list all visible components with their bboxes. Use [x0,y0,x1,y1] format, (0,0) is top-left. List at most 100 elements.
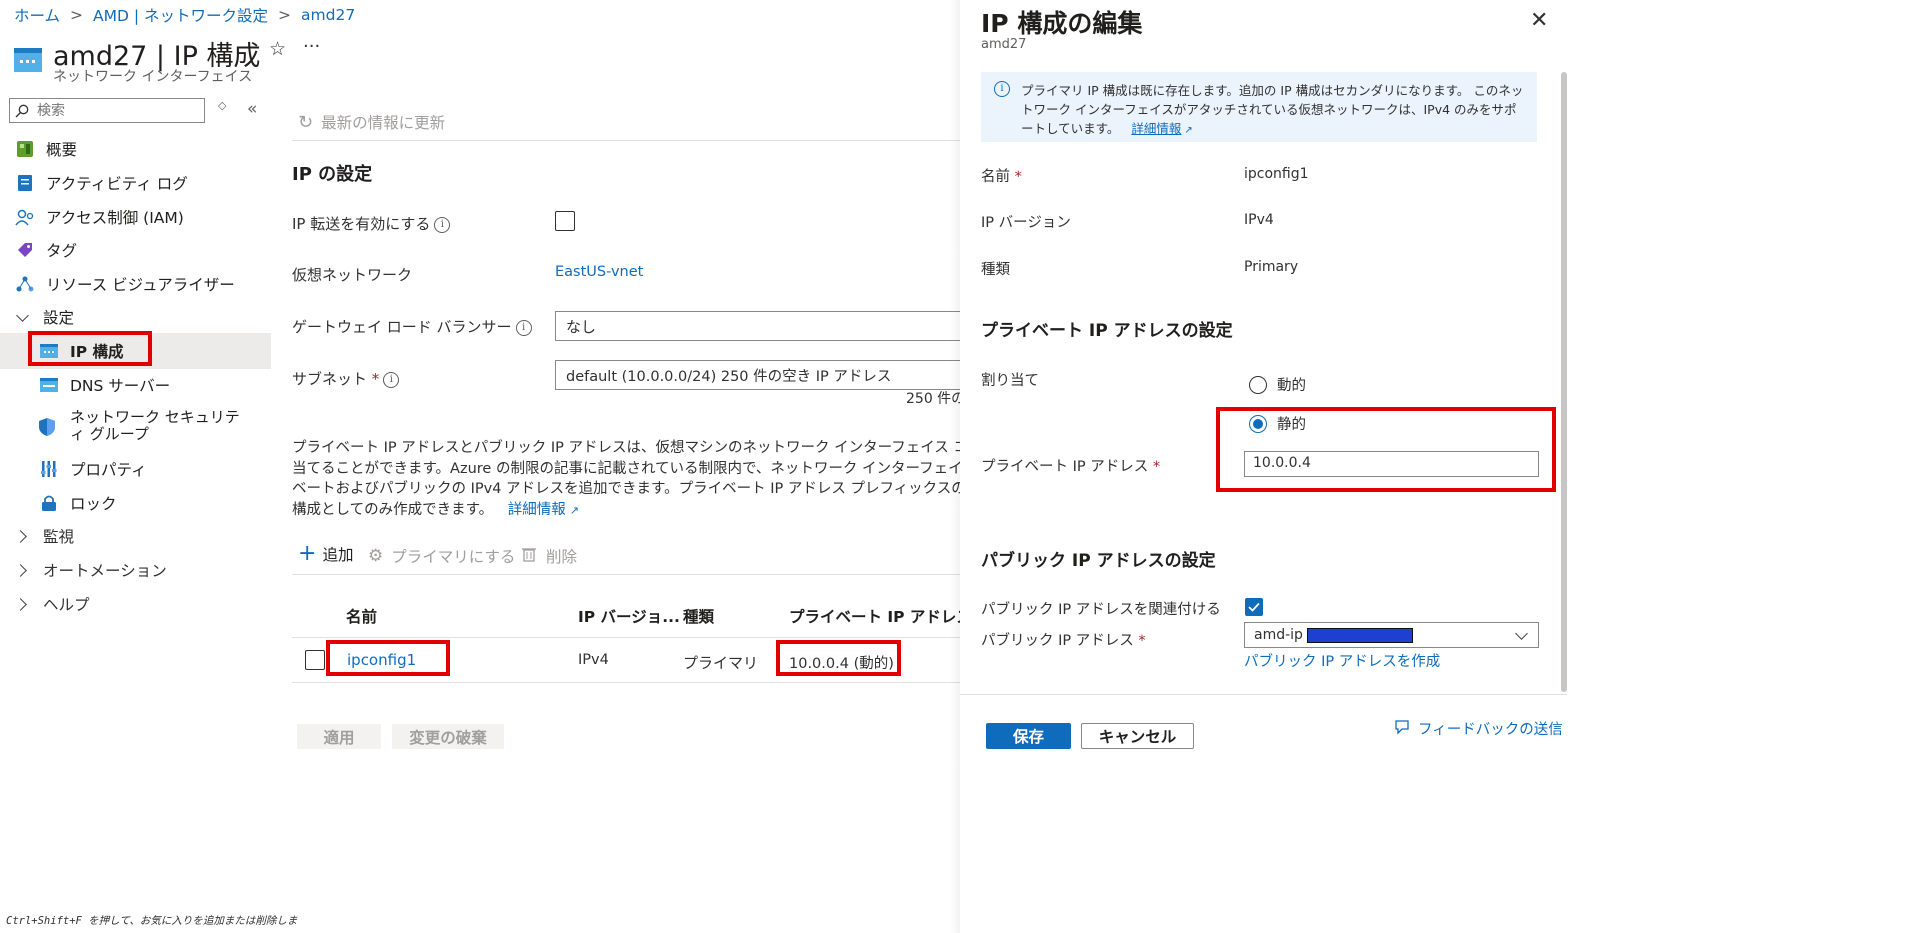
feedback-label: フィードバックの送信 [1418,722,1563,738]
sidebar-item-resource-visualizer[interactable]: リソース ビジュアライザー [14,267,235,301]
vnet-label: 仮想ネットワーク [292,266,413,284]
sidebar-item-overview[interactable]: 概要 [14,132,77,166]
feedback-link[interactable]: フィードバックの送信 [1394,718,1563,739]
chevron-right-icon [14,597,27,611]
create-public-ip-link[interactable]: パブリック IP アドレスを作成 [1244,650,1440,671]
info-icon[interactable]: i [434,216,451,233]
sidebar-item-activity-log[interactable]: アクティビティ ログ [14,166,188,200]
info-icon[interactable]: i [515,319,532,336]
column-header-type[interactable]: 種類 [683,605,714,627]
sidebar-item-label: リソース ビジュアライザー [46,276,235,294]
apply-button[interactable]: 適用 [297,724,381,749]
sidebar-item-nsg[interactable]: ネットワーク セキュリティ グループ [38,409,240,443]
add-label: 追加 [322,546,354,564]
close-icon[interactable]: ✕ [1530,8,1548,33]
sidebar-item-locks[interactable]: ロック [38,486,117,520]
info-learn-more-link[interactable]: 詳細情報 [1131,121,1181,136]
iam-icon [14,206,36,228]
search-icon [15,104,29,118]
subnet-dropdown[interactable]: default (10.0.0.0/24) 250 件の空き IP アドレス [555,360,975,390]
cancel-button[interactable]: キャンセル [1081,723,1194,749]
public-ip-dropdown[interactable]: amd-ip [1244,622,1539,648]
column-header-private-ip[interactable]: プライベート IP アドレス [789,605,972,627]
sidebar-item-iam[interactable]: アクセス制御 (IAM) [14,200,184,234]
public-ip-settings-heading: パブリック IP アドレスの設定 [981,551,1216,571]
properties-icon [38,458,60,480]
gwlb-dropdown[interactable]: なし [555,311,975,341]
chevron-right-icon [14,529,27,543]
panel-title: IP 構成の編集 [981,9,1143,38]
sidebar-item-label: アクティビティ ログ [46,175,188,193]
sidebar-item-label: プロパティ [70,461,147,479]
chevron-right-icon [14,563,27,577]
external-link-icon: ↗ [1184,125,1193,136]
collapse-sidebar-icon[interactable]: « [247,99,257,119]
refresh-icon: ↻ [298,111,314,133]
tag-icon [14,239,36,261]
type-cell: プライマリ [683,654,759,672]
sidebar-group-monitoring[interactable]: 監視 [14,525,74,547]
table-toolbar-divider [292,574,960,575]
ip-version-cell: IPv4 [578,652,609,668]
sidebar-item-dns-servers[interactable]: DNS サーバー [38,368,170,402]
refresh-button[interactable]: ↻ 最新の情報に更新 [298,111,445,133]
column-header-name[interactable]: 名前 [346,605,377,627]
learn-more-link[interactable]: 詳細情報 [508,502,566,518]
ip-forwarding-checkbox[interactable] [555,211,575,231]
sidebar-group-label: オートメーション [43,562,167,580]
sidebar-item-label: ロック [70,495,117,513]
plus-icon: + [298,541,317,566]
breadcrumb-home[interactable]: ホーム [14,4,60,26]
ip-version-label: IP バージョン [981,215,1071,231]
more-options-icon[interactable]: ··· [303,36,320,57]
sidebar-group-settings[interactable]: 設定 [16,306,75,328]
sort-toggle-icon[interactable]: ◇ [218,100,226,111]
breadcrumb-parent[interactable]: AMD | ネットワーク設定 [93,4,268,26]
sidebar-item-tags[interactable]: タグ [14,233,77,267]
private-ip-settings-heading: プライベート IP アドレスの設定 [981,321,1233,341]
toolbar-divider [292,140,960,141]
search-box[interactable] [9,98,205,123]
sidebar-item-properties[interactable]: プロパティ [38,452,147,486]
external-link-icon: ↗ [569,503,579,517]
breadcrumb-current[interactable]: amd27 [301,6,355,24]
radio-dynamic-circle [1249,375,1267,394]
radio-dynamic-label: 動的 [1277,378,1306,394]
search-input[interactable] [35,101,199,120]
description-text: プライベート IP アドレスとパブリック IP アドレスは、仮想マシンのネットワ… [292,440,960,518]
breadcrumb-separator-icon: > [278,6,292,24]
row-select-checkbox[interactable] [305,650,325,670]
sidebar-group-help[interactable]: ヘルプ [14,593,90,615]
type-value: Primary [1244,259,1299,275]
discard-changes-button[interactable]: 変更の破棄 [392,724,504,749]
add-button[interactable]: + 追加 [298,543,353,565]
save-button[interactable]: 保存 [986,723,1071,749]
column-header-ip-version[interactable]: IP バージョ... [578,605,680,627]
make-primary-label: プライマリにする [391,548,516,566]
private-ip-label: プライベート IP アドレス * [981,459,1161,475]
sidebar-group-label: 設定 [43,309,75,327]
delete-button[interactable]: 削除 [522,545,577,567]
type-label: 種類 [981,262,1010,278]
breadcrumb: ホーム > AMD | ネットワーク設定 > amd27 [14,4,355,26]
sidebar-group-automation[interactable]: オートメーション [14,559,167,581]
ip-forwarding-label: IP 転送を有効にする i [292,213,451,234]
associate-public-ip-checkbox[interactable] [1245,598,1263,616]
visualizer-icon [14,273,36,295]
radio-dynamic[interactable]: 動的 [1249,374,1306,395]
vnet-link[interactable]: EastUS-vnet [555,264,643,280]
info-icon[interactable]: i [383,371,400,388]
favorites-shortcut-hint: Ctrl+Shift+F を押して、お気に入りを追加または削除しま [6,915,298,927]
delete-label: 削除 [546,548,578,566]
associate-public-ip-label: パブリック IP アドレスを関連付ける [981,602,1221,618]
favorite-star-icon[interactable]: ☆ [269,38,286,60]
sidebar-group-label: ヘルプ [43,596,90,614]
subnet-label: サブネット * i [292,368,400,389]
sidebar-item-label: アクセス制御 (IAM) [46,209,184,227]
gear-icon: ⚙ [368,546,384,566]
refresh-label: 最新の情報に更新 [321,114,446,132]
trash-icon [522,546,536,566]
panel-scrollbar[interactable] [1561,72,1567,692]
make-primary-button[interactable]: ⚙ プライマリにする [368,545,515,567]
highlight-box-sidebar [28,331,152,366]
